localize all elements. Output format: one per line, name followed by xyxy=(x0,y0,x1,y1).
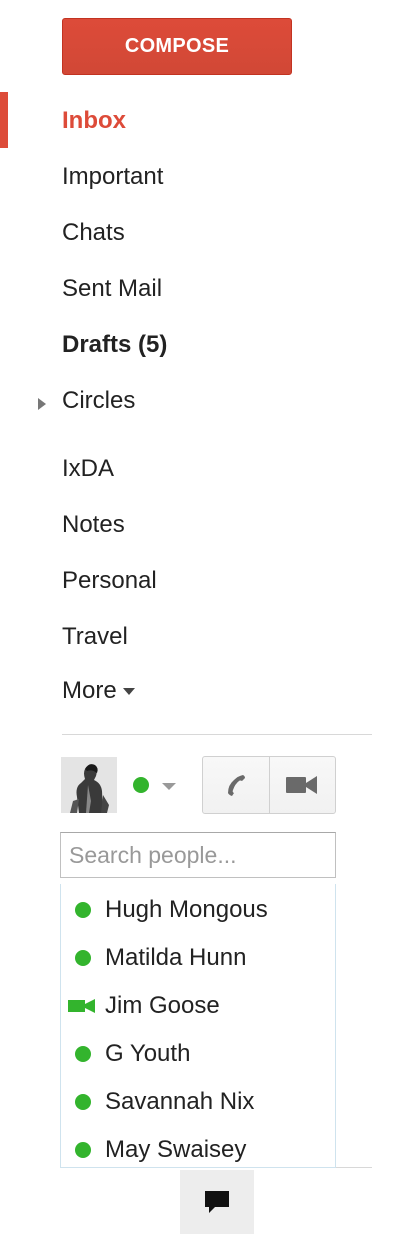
contact-name: Jim Goose xyxy=(105,992,220,1019)
contact-item[interactable]: Jim Goose xyxy=(61,986,335,1026)
status-online-icon[interactable] xyxy=(133,777,149,793)
nav-item-personal[interactable]: Personal xyxy=(62,561,157,601)
online-status-icon xyxy=(75,902,91,918)
divider xyxy=(336,1167,372,1168)
contact-item[interactable]: Matilda Hunn xyxy=(61,938,335,978)
compose-button[interactable]: COMPOSE xyxy=(62,18,292,75)
contact-item[interactable]: Savannah Nix xyxy=(61,1082,335,1122)
video-call-button[interactable] xyxy=(270,757,336,813)
nav-item-drafts[interactable]: Drafts (5) xyxy=(62,325,167,365)
video-camera-icon xyxy=(286,776,318,794)
active-indicator xyxy=(0,92,8,148)
online-status-icon xyxy=(75,1094,91,1110)
nav-item-more[interactable]: More xyxy=(62,671,135,711)
contact-list: Hugh Mongous Matilda Hunn Jim Goose G Yo… xyxy=(60,884,336,1168)
expand-arrow-icon[interactable] xyxy=(38,398,46,410)
contact-name: May Swaisey xyxy=(105,1136,247,1163)
online-status-icon xyxy=(75,1142,91,1158)
divider xyxy=(62,734,372,735)
nav-item-notes[interactable]: Notes xyxy=(62,505,125,545)
contact-name: G Youth xyxy=(105,1040,191,1067)
nav-item-ixda[interactable]: IxDA xyxy=(62,449,114,489)
contact-item[interactable]: May Swaisey xyxy=(61,1130,335,1170)
search-people-input[interactable] xyxy=(60,832,336,878)
chat-bubble-icon xyxy=(205,1191,229,1213)
avatar-image xyxy=(61,757,117,813)
call-video-buttons xyxy=(202,756,336,814)
contact-item[interactable]: Hugh Mongous xyxy=(61,890,335,930)
chat-toggle-button[interactable] xyxy=(180,1170,254,1234)
phone-icon xyxy=(227,775,245,796)
contact-item[interactable]: G Youth xyxy=(61,1034,335,1074)
avatar[interactable] xyxy=(61,757,117,813)
nav-item-circles[interactable]: Circles xyxy=(62,381,135,421)
call-button[interactable] xyxy=(203,757,270,813)
more-label: More xyxy=(62,677,117,704)
contact-name: Matilda Hunn xyxy=(105,944,247,971)
nav-item-travel[interactable]: Travel xyxy=(62,617,128,657)
nav-item-sent-mail[interactable]: Sent Mail xyxy=(62,269,162,309)
caret-down-icon xyxy=(122,688,135,696)
nav-item-chats[interactable]: Chats xyxy=(62,213,125,253)
online-status-icon xyxy=(75,1046,91,1062)
online-status-icon xyxy=(75,950,91,966)
contact-name: Savannah Nix xyxy=(105,1088,255,1115)
contact-name: Hugh Mongous xyxy=(105,896,268,923)
status-dropdown-icon[interactable] xyxy=(162,783,176,790)
nav-item-inbox[interactable]: Inbox xyxy=(62,101,126,141)
nav-item-important[interactable]: Important xyxy=(62,157,163,197)
video-status-icon xyxy=(68,999,95,1013)
